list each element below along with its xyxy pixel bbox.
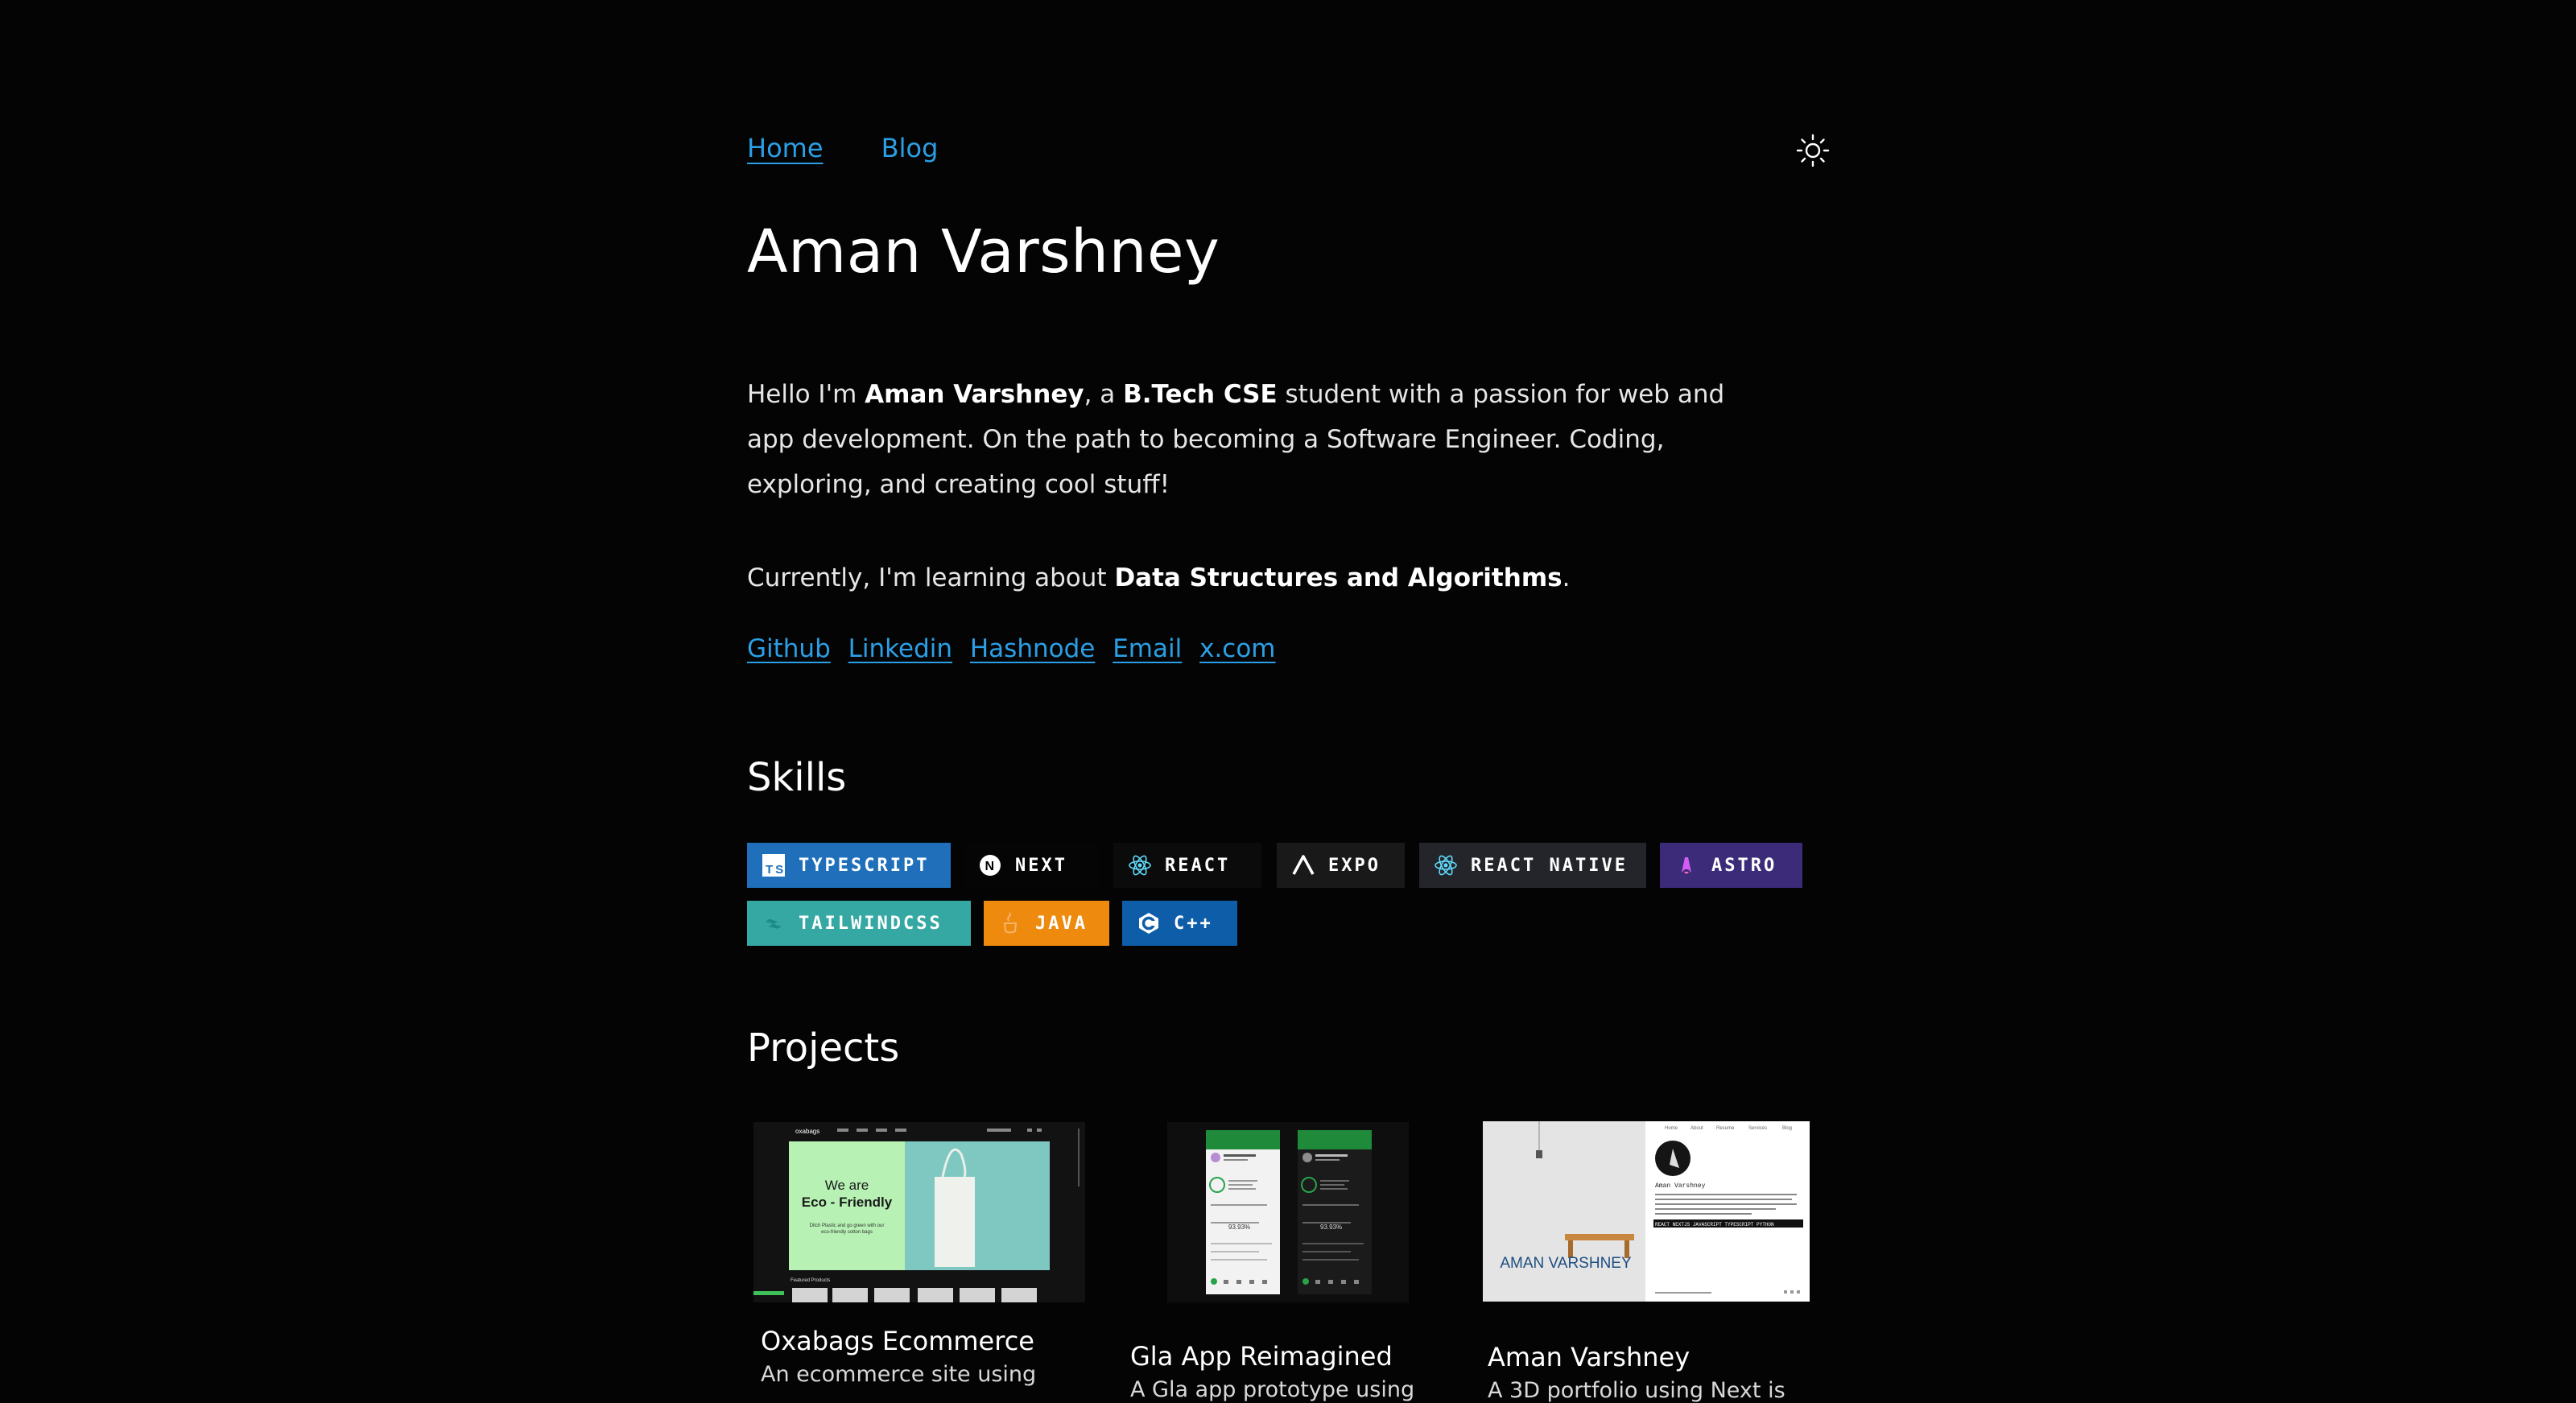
- page-title: Aman Varshney: [747, 217, 1220, 287]
- learning-text: Currently, I'm learning about: [747, 563, 1115, 592]
- sun-icon: [1796, 134, 1830, 167]
- social-links: Github Linkedin Hashnode Email x.com: [747, 634, 1286, 663]
- svg-text:REACT NEXTJS JAVASCRIPT TYPESC: REACT NEXTJS JAVASCRIPT TYPESCRIPT PYTHO…: [1655, 1222, 1774, 1228]
- skill-badge-astro: ASTRO: [1660, 843, 1802, 888]
- project-thumbnail: AMAN VARSHNEY Home About Resume Services…: [1483, 1121, 1810, 1302]
- skill-label: TAILWINDCSS: [799, 913, 943, 934]
- skill-label: EXPO: [1328, 855, 1381, 876]
- skill-badge-tailwindcss: TAILWINDCSS: [747, 901, 971, 946]
- project-title: Gla App Reimagined: [1130, 1341, 1393, 1372]
- typescript-icon: TS: [762, 853, 786, 877]
- svg-text:93.93%: 93.93%: [1320, 1223, 1342, 1231]
- svg-text:Featured Products: Featured Products: [791, 1278, 830, 1283]
- skill-label: TYPESCRIPT: [799, 855, 930, 876]
- hashnode-link[interactable]: Hashnode: [970, 634, 1095, 663]
- skill-badge-react: REACT: [1113, 843, 1261, 888]
- svg-text:eco-friendly cotton bags: eco-friendly cotton bags: [821, 1230, 873, 1235]
- svg-text:Aman Varshney: Aman Varshney: [1655, 1182, 1706, 1190]
- project-description: An ecommerce site using: [761, 1362, 1037, 1387]
- learning-paragraph: Currently, I'm learning about Data Struc…: [747, 555, 1570, 600]
- svg-text:N: N: [985, 860, 997, 873]
- project-card-gla[interactable]: 93.93% 93.93% Gla App Reimagined A Gla a…: [1109, 1119, 1447, 1402]
- skill-label: ASTRO: [1711, 855, 1777, 876]
- skill-badge-react-native: REACT NATIVE: [1419, 843, 1646, 888]
- svg-text:TS: TS: [766, 863, 785, 877]
- svg-text:We are: We are: [825, 1178, 869, 1193]
- skill-badge-typescript: TS TYPESCRIPT: [747, 843, 951, 888]
- svg-text:Home: Home: [1665, 1126, 1678, 1131]
- react-icon: [1434, 853, 1458, 877]
- java-icon: [998, 911, 1022, 935]
- svg-text:About: About: [1690, 1126, 1703, 1131]
- page-container: Home Blog Aman Varshney Hello I'm Aman V…: [747, 0, 1831, 1403]
- svg-text:93.93%: 93.93%: [1228, 1223, 1250, 1231]
- skill-label: REACT: [1165, 855, 1231, 876]
- svg-text:Services: Services: [1748, 1126, 1767, 1131]
- project-description: A Gla app prototype using: [1130, 1377, 1415, 1402]
- nextjs-icon: N: [978, 853, 1002, 877]
- intro-paragraph: Hello I'm Aman Varshney, a B.Tech CSE st…: [747, 372, 1761, 507]
- learning-text: .: [1562, 563, 1571, 592]
- projects-heading: Projects: [747, 1025, 900, 1071]
- theme-toggle-button[interactable]: [1795, 133, 1831, 168]
- project-card-oxabags[interactable]: oxabags We are Eco - Friendly Ditch Plas…: [747, 1119, 1085, 1396]
- learning-topic: Data Structures and Algorithms: [1114, 563, 1563, 592]
- intro-text: , a: [1084, 380, 1124, 409]
- linkedin-link[interactable]: Linkedin: [848, 634, 952, 663]
- nav-blog-link[interactable]: Blog: [881, 133, 939, 163]
- tailwind-icon: [762, 911, 786, 935]
- skill-badge-expo: EXPO: [1277, 843, 1405, 888]
- svg-text:oxabags: oxabags: [795, 1128, 819, 1135]
- skill-label: NEXT: [1015, 855, 1067, 876]
- project-card-portfolio[interactable]: AMAN VARSHNEY Home About Resume Services…: [1483, 1119, 1831, 1403]
- skill-badge-cpp: C++: [1122, 901, 1237, 946]
- svg-text:Eco - Friendly: Eco - Friendly: [802, 1195, 893, 1210]
- skill-label: JAVA: [1035, 913, 1088, 934]
- intro-name: Aman Varshney: [865, 380, 1084, 409]
- svg-text:Blog: Blog: [1782, 1126, 1792, 1131]
- react-icon: [1128, 853, 1152, 877]
- x-link[interactable]: x.com: [1199, 634, 1275, 663]
- skill-badge-next: N NEXT: [964, 843, 1099, 888]
- svg-text:Ditch Plastic and go green wit: Ditch Plastic and go green with our: [810, 1223, 885, 1228]
- skill-label: C++: [1174, 913, 1213, 934]
- project-description: A 3D portfolio using Next is: [1488, 1378, 1785, 1403]
- project-title: Aman Varshney: [1488, 1342, 1690, 1372]
- skills-heading: Skills: [747, 755, 847, 800]
- project-thumbnail: 93.93% 93.93%: [1167, 1122, 1409, 1302]
- expo-icon: [1291, 853, 1315, 877]
- skill-badge-java: JAVA: [984, 901, 1109, 946]
- top-nav: Home Blog: [747, 133, 988, 163]
- intro-text: Hello I'm: [747, 380, 865, 409]
- project-title: Oxabags Ecommerce: [761, 1326, 1034, 1356]
- intro-degree: B.Tech CSE: [1123, 380, 1278, 409]
- svg-text:Resume: Resume: [1716, 1126, 1735, 1131]
- svg-text:AMAN VARSHNEY: AMAN VARSHNEY: [1500, 1255, 1632, 1272]
- github-link[interactable]: Github: [747, 634, 831, 663]
- cpp-icon: [1137, 911, 1161, 935]
- astro-icon: [1674, 853, 1699, 877]
- skill-label: REACT NATIVE: [1471, 855, 1628, 876]
- project-thumbnail: oxabags We are Eco - Friendly Ditch Plas…: [753, 1122, 1085, 1302]
- nav-home-link[interactable]: Home: [747, 133, 824, 163]
- email-link[interactable]: Email: [1113, 634, 1182, 663]
